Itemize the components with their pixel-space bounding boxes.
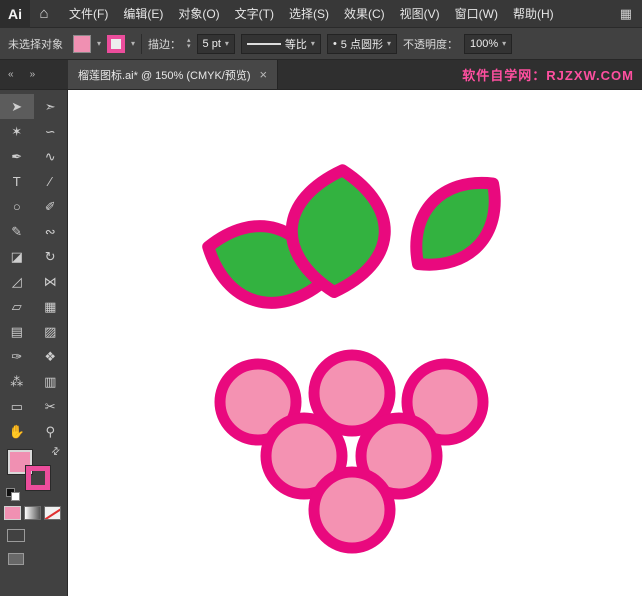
rotate-tool[interactable]: ↻ (34, 244, 68, 269)
brush-definition-value: 5 点圆形 (341, 36, 383, 52)
artwork-svg (68, 90, 642, 596)
direct-selection-tool[interactable]: ➣ (34, 94, 68, 119)
stroke-color-swatch[interactable] (107, 35, 125, 53)
lasso-tool[interactable]: ∽ (34, 119, 68, 144)
hand-tool[interactable]: ✋ (0, 419, 34, 444)
shaper-tool[interactable]: ∾ (34, 219, 68, 244)
zoom-tool[interactable]: ⚲ (34, 419, 68, 444)
gradient-button[interactable] (24, 506, 41, 520)
stroke-profile-line-icon (247, 43, 281, 45)
control-bar: 未选择对象 ▾ ▾ 描边： ▴ ▾ 5 pt ▾ 等比 ▾ • 5 点圆形 ▾ … (0, 28, 642, 60)
stroke-weight-field[interactable]: 5 pt ▾ (197, 34, 235, 54)
paintbrush-tool[interactable]: ✐ (34, 194, 68, 219)
document-tab[interactable]: 榴莲图标.ai* @ 150% (CMYK/预览) × (68, 60, 278, 89)
tools-panel: ➤➣✶∽✒∿T∕○✐✎∾◪↻◿⋈▱▦▤▨✑❖⁂▥▭✂✋⚲ ⇄ (0, 90, 68, 596)
menu-item[interactable]: 效果(C) (337, 0, 392, 28)
workspace-body: ➤➣✶∽✒∿T∕○✐✎∾◪↻◿⋈▱▦▤▨✑❖⁂▥▭✂✋⚲ ⇄ (0, 90, 642, 596)
opacity-label: 不透明度： (403, 36, 458, 52)
stroke-weight-dropdown-icon[interactable]: ▾ (225, 39, 229, 48)
fill-color-dropdown-icon[interactable]: ▾ (97, 39, 101, 48)
panel-toggle-area: « » (0, 60, 68, 89)
illustrator-window: Ai ⌂ 文件(F)编辑(E)对象(O)文字(T)选择(S)效果(C)视图(V)… (0, 0, 642, 596)
menu-item[interactable]: 文件(F) (62, 0, 115, 28)
eraser-tool[interactable]: ◪ (0, 244, 34, 269)
magic-wand-tool[interactable]: ✶ (0, 119, 34, 144)
ellipse-tool[interactable]: ○ (0, 194, 34, 219)
none-button[interactable] (44, 506, 61, 520)
color-button[interactable] (4, 506, 21, 520)
selection-status: 未选择对象 (8, 36, 63, 52)
tab-bar: « » 榴莲图标.ai* @ 150% (CMYK/预览) × 软件自学网：RJ… (0, 60, 642, 90)
width-tool[interactable]: ⋈ (34, 269, 68, 294)
grape-circle[interactable] (314, 472, 390, 548)
symbol-sprayer-tool[interactable]: ⁂ (0, 369, 34, 394)
tool-grid: ➤➣✶∽✒∿T∕○✐✎∾◪↻◿⋈▱▦▤▨✑❖⁂▥▭✂✋⚲ (0, 90, 67, 444)
collapse-panel-icon[interactable]: « (8, 69, 14, 80)
stroke-weight-stepper[interactable]: ▴ ▾ (187, 38, 191, 50)
stroke-color-dropdown-icon[interactable]: ▾ (131, 39, 135, 48)
blend-tool[interactable]: ❖ (34, 344, 68, 369)
stroke-weight-value: 5 pt (203, 38, 221, 50)
scale-tool[interactable]: ◿ (0, 269, 34, 294)
document-tab-title: 榴莲图标.ai* @ 150% (CMYK/预览) (78, 67, 251, 83)
swap-fill-stroke-icon[interactable]: ⇄ (49, 445, 63, 459)
leaf-shape[interactable] (395, 162, 516, 285)
width-profile-dropdown-icon[interactable]: ▾ (311, 39, 315, 48)
default-colors-icon[interactable] (6, 488, 20, 500)
curvature-tool[interactable]: ∿ (34, 144, 68, 169)
line-segment-tool[interactable]: ∕ (34, 169, 68, 194)
brush-dropdown-icon[interactable]: ▾ (387, 39, 391, 48)
free-transform-tool[interactable]: ▱ (0, 294, 34, 319)
menu-item[interactable]: 文字(T) (228, 0, 281, 28)
pencil-tool[interactable]: ✎ (0, 219, 34, 244)
column-graph-tool[interactable]: ▥ (34, 369, 68, 394)
width-profile-dropdown[interactable]: 等比 ▾ (241, 34, 321, 54)
pen-tool[interactable]: ✒ (0, 144, 34, 169)
screen-mode-button[interactable] (8, 553, 24, 565)
expand-panel-icon[interactable]: » (30, 69, 36, 80)
menu-item[interactable]: 帮助(H) (506, 0, 561, 28)
menu-bar: Ai ⌂ 文件(F)编辑(E)对象(O)文字(T)选择(S)效果(C)视图(V)… (0, 0, 642, 28)
watermark-text: 软件自学网：RJZXW.COM (462, 60, 642, 89)
stepper-down-icon[interactable]: ▾ (187, 44, 191, 50)
opacity-value: 100% (470, 38, 498, 50)
opacity-dropdown-icon[interactable]: ▾ (502, 39, 506, 48)
canvas[interactable] (68, 90, 642, 596)
app-logo[interactable]: Ai (0, 0, 30, 28)
brush-dropdown[interactable]: • 5 点圆形 ▾ (327, 34, 397, 54)
menu-bar-items: 文件(F)编辑(E)对象(O)文字(T)选择(S)效果(C)视图(V)窗口(W)… (62, 0, 561, 28)
type-tool[interactable]: T (0, 169, 34, 194)
eyedropper-tool[interactable]: ✑ (0, 344, 34, 369)
workspace-switcher-icon[interactable]: ▦ (620, 6, 632, 22)
home-icon[interactable]: ⌂ (30, 5, 58, 22)
width-profile-value: 等比 (285, 36, 307, 52)
gradient-tool[interactable]: ▨ (34, 319, 68, 344)
slice-tool[interactable]: ✂ (34, 394, 68, 419)
drawing-modes-button[interactable] (7, 529, 25, 542)
opacity-field[interactable]: 100% ▾ (464, 34, 512, 54)
fill-color-swatch[interactable] (73, 35, 91, 53)
separator (141, 34, 142, 54)
menu-item[interactable]: 视图(V) (393, 0, 447, 28)
menu-item[interactable]: 选择(S) (282, 0, 336, 28)
stroke-swatch[interactable] (26, 466, 50, 490)
mesh-tool[interactable]: ▤ (0, 319, 34, 344)
tab-close-icon[interactable]: × (260, 67, 268, 82)
menu-item[interactable]: 窗口(W) (448, 0, 505, 28)
menu-item[interactable]: 对象(O) (171, 0, 226, 28)
fill-stroke-widget: ⇄ (4, 448, 63, 500)
paint-mode-buttons (0, 500, 67, 520)
perspective-grid-tool[interactable]: ▦ (34, 294, 68, 319)
artboard-tool[interactable]: ▭ (0, 394, 34, 419)
selection-tool[interactable]: ➤ (0, 94, 34, 119)
menu-item[interactable]: 编辑(E) (116, 0, 170, 28)
brush-dot-icon: • (333, 38, 337, 50)
stroke-weight-label: 描边： (148, 36, 181, 52)
